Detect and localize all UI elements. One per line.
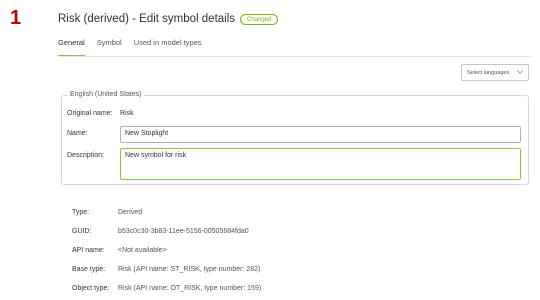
language-select[interactable]: Select languages — [461, 64, 529, 81]
description-field[interactable]: New symbol for risk — [120, 148, 521, 180]
language-select-label: Select languages — [467, 69, 510, 76]
chevron-down-icon — [517, 70, 523, 74]
guid-label: GUID: — [72, 228, 92, 235]
api-name-value: <Not available> — [118, 247, 167, 254]
changed-badge: Changed — [240, 13, 279, 25]
type-value: Derived — [118, 209, 143, 216]
tabs-divider — [58, 56, 532, 57]
base-type-label: Base type: — [72, 266, 106, 273]
name-field[interactable]: New Stoplight — [120, 126, 521, 143]
name-label: Name: — [67, 130, 88, 137]
page-header: Risk (derived) - Edit symbol details Cha… — [58, 11, 279, 27]
page-title: Risk (derived) - Edit symbol details — [58, 13, 236, 25]
tab-symbol[interactable]: Symbol — [97, 38, 122, 56]
base-type-value: Risk (API name: ST_RISK, type number: 28… — [118, 266, 261, 273]
tab-bar: General Symbol Used in model types — [58, 38, 214, 56]
original-name-value: Risk — [120, 110, 134, 117]
step-number: 1 — [10, 7, 22, 29]
language-section-legend: English (United States) — [68, 90, 144, 100]
type-label: Type: — [72, 209, 90, 216]
tab-general[interactable]: General — [58, 38, 85, 56]
object-type-value: Risk (API name: OT_RISK, type number: 15… — [118, 285, 262, 292]
guid-value: b53c0c30-3b83-11ee-5156-00505684fda0 — [118, 228, 249, 235]
object-type-label: Object type: — [72, 285, 110, 292]
description-label: Description: — [67, 152, 104, 159]
tab-used-in-model-types[interactable]: Used in model types — [134, 38, 202, 56]
original-name-label: Original name: — [67, 110, 113, 117]
api-name-label: API name: — [72, 247, 105, 254]
